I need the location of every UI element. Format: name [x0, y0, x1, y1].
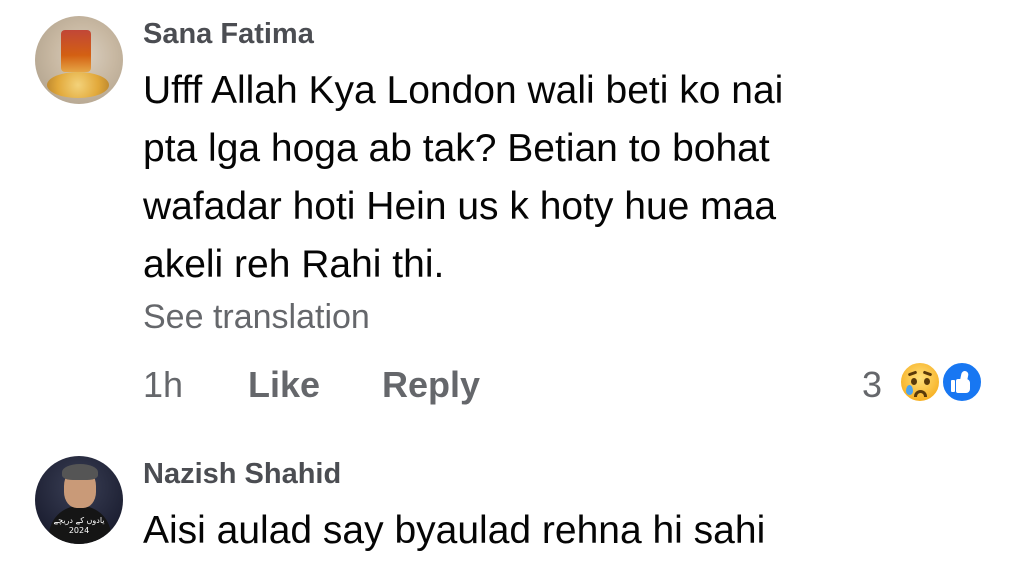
sad-icon-eye	[924, 378, 930, 385]
like-reaction-icon	[940, 360, 984, 404]
sad-reaction-icon	[898, 360, 942, 404]
avatar[interactable]: یادوں کے دریچے 2024	[35, 456, 123, 544]
comment-author[interactable]: Sana Fatima	[143, 18, 314, 51]
comment-timestamp[interactable]: 1h	[143, 364, 183, 406]
thumb-cuff	[951, 380, 955, 392]
comment-text-line: wafadar hoti Hein us k hoty hue maa	[143, 185, 777, 228]
thumb-fist	[956, 379, 970, 393]
comment-author[interactable]: Nazish Shahid	[143, 458, 341, 491]
comment-text-line: Ufff Allah Kya London wali beti ko nai	[143, 69, 784, 112]
avatar-caption-line: 2024	[68, 526, 90, 535]
comment-text: Ufff Allah Kya London wali beti ko nai p…	[143, 62, 783, 294]
see-translation-link[interactable]: See translation	[143, 298, 370, 337]
sad-icon-tear	[906, 385, 913, 395]
avatar-caption-line: یادوں کے دریچے	[53, 516, 105, 525]
sad-icon-brow	[907, 370, 918, 377]
avatar-glass-shape	[61, 30, 91, 72]
avatar-caption: یادوں کے دریچے 2024	[35, 516, 123, 536]
comment-text: Aisi aulad say byaulad rehna hi sahi	[143, 502, 765, 560]
sad-icon-brow	[922, 370, 933, 377]
comment-text-line: akeli reh Rahi thi.	[143, 243, 445, 286]
comment-text-line: pta lga hoga ab tak? Betian to bohat	[143, 127, 770, 170]
reaction-count: 3	[862, 364, 883, 405]
sad-icon-eye	[911, 378, 917, 385]
sad-icon-mouth	[914, 390, 927, 397]
like-button[interactable]: Like	[248, 364, 320, 406]
reaction-summary[interactable]: 3	[862, 358, 992, 408]
reply-button[interactable]: Reply	[382, 364, 480, 406]
avatar[interactable]	[35, 16, 123, 104]
avatar-hair-shape	[62, 464, 98, 480]
avatar-saucer-shape	[47, 72, 109, 98]
comment-text-line: Aisi aulad say byaulad rehna hi sahi	[143, 509, 766, 552]
